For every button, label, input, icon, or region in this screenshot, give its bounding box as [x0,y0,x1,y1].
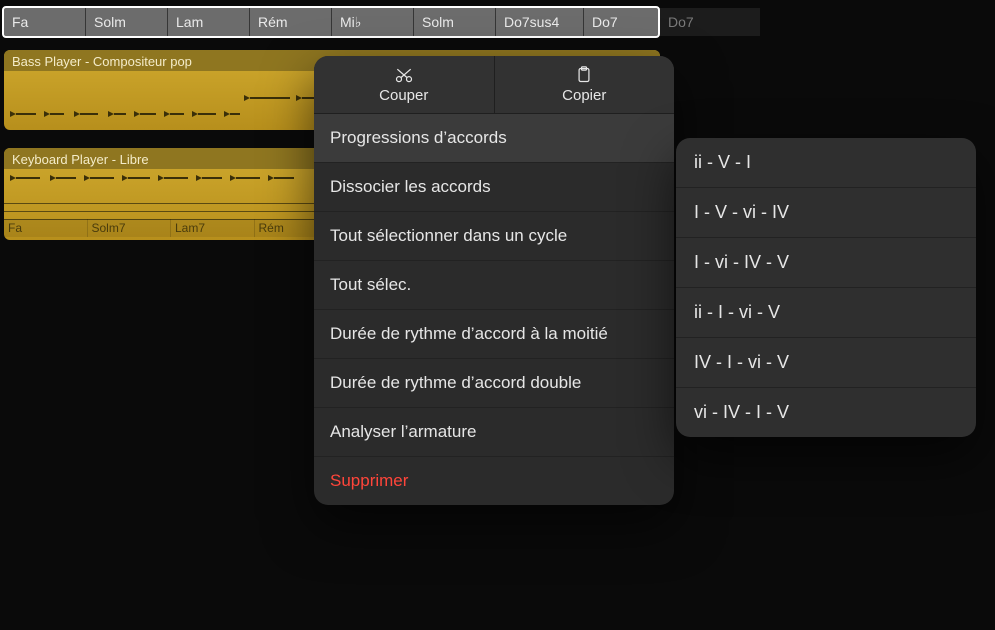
chord-cell[interactable]: Rém [250,8,332,36]
copy-label: Copier [562,87,606,104]
region-body: Fa Solm7 Lam7 Rém [4,169,338,237]
cut-label: Couper [379,87,428,104]
chord-strip[interactable]: Fa Solm Lam Rém Mi♭ Solm Do7sus4 Do7 Do7 [4,8,991,36]
region-chord: Solm7 [88,219,172,237]
region-chord: Fa [4,219,88,237]
menu-item-select-cycle[interactable]: Tout sélectionner dans un cycle [314,212,674,261]
progressions-submenu: ii - V - I I - V - vi - IV I - vi - IV -… [676,138,976,437]
copy-button[interactable]: Copier [495,56,675,113]
region-title: Keyboard Player - Libre [4,148,338,169]
scissors-icon [394,66,414,84]
chord-cell[interactable]: Fa [4,8,86,36]
chord-cell-inactive[interactable]: Do7 [660,8,760,36]
context-menu: Couper Copier Progressions d’accords Dis… [314,56,674,505]
region-chord-row: Fa Solm7 Lam7 Rém [4,219,338,237]
submenu-item[interactable]: I - vi - IV - V [676,238,976,288]
menu-item-double-duration[interactable]: Durée de rythme d’accord double [314,359,674,408]
menu-item-delete[interactable]: Supprimer [314,457,674,505]
menu-item-analyze[interactable]: Analyser l’armature [314,408,674,457]
submenu-item[interactable]: ii - V - I [676,138,976,188]
submenu-item[interactable]: I - V - vi - IV [676,188,976,238]
submenu-item[interactable]: IV - I - vi - V [676,338,976,388]
chord-cell[interactable]: Solm [414,8,496,36]
chord-cell[interactable]: Do7sus4 [496,8,584,36]
chord-cell[interactable]: Do7 [584,8,660,36]
track-region-keyboard[interactable]: Keyboard Player - Libre Fa Solm7 Lam7 Ré… [4,148,338,240]
submenu-item[interactable]: ii - I - vi - V [676,288,976,338]
menu-item-half-duration[interactable]: Durée de rythme d’accord à la moitié [314,310,674,359]
chord-cell[interactable]: Solm [86,8,168,36]
menu-item-dissocier[interactable]: Dissocier les accords [314,163,674,212]
submenu-item[interactable]: vi - IV - I - V [676,388,976,437]
menu-top-row: Couper Copier [314,56,674,114]
chord-cell[interactable]: Lam [168,8,250,36]
menu-item-progressions[interactable]: Progressions d’accords [314,114,674,163]
cut-button[interactable]: Couper [314,56,495,113]
chord-cell[interactable]: Mi♭ [332,8,414,36]
clipboard-icon [574,66,594,84]
menu-item-select-all[interactable]: Tout sélec. [314,261,674,310]
region-chord: Lam7 [171,219,255,237]
